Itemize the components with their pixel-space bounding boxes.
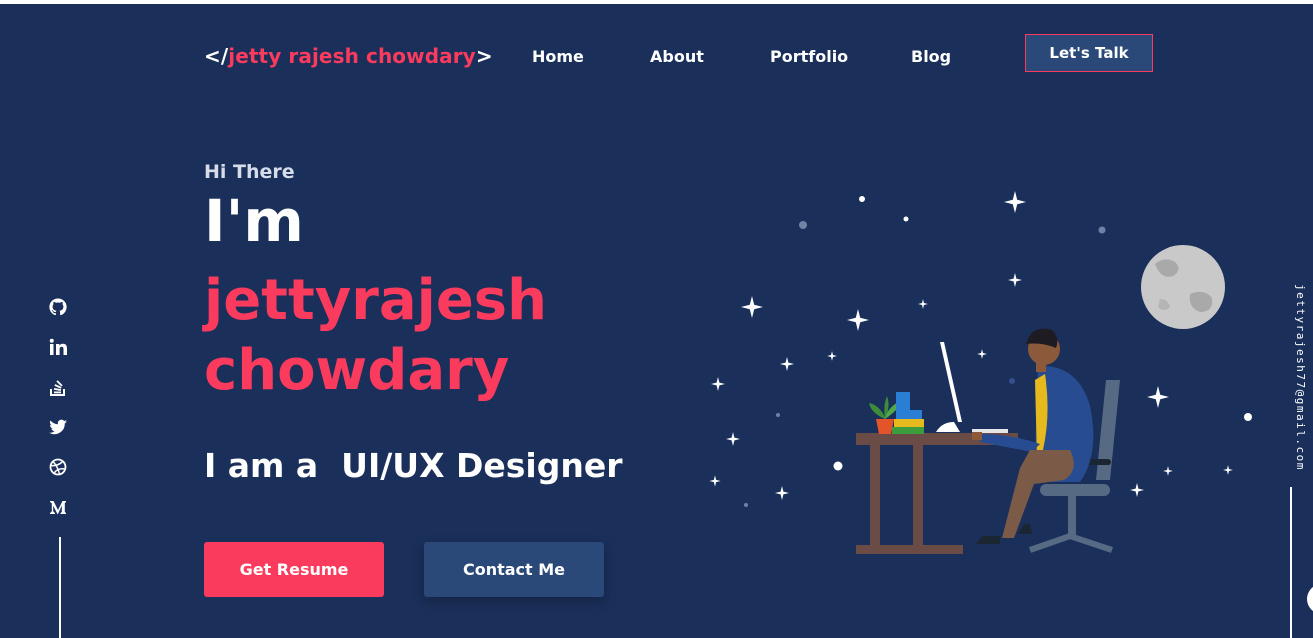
desk (856, 433, 1018, 554)
site-logo[interactable]: </jetty rajesh chowdary> (204, 44, 493, 68)
email-divider-line (1290, 487, 1292, 638)
github-icon[interactable] (48, 297, 68, 317)
greeting-text: Hi There (204, 161, 295, 183)
dribbble-icon[interactable] (48, 457, 68, 477)
linkedin-icon[interactable] (48, 337, 68, 357)
monitor (936, 342, 1008, 433)
moon-decoration (1141, 245, 1225, 329)
scroll-circle-button[interactable] (1307, 584, 1313, 614)
page: </jetty rajesh chowdary> Home About Port… (0, 4, 1313, 638)
stars-decoration (709, 191, 1252, 507)
nav-link-home[interactable]: Home (532, 47, 584, 66)
logo-name: jetty rajesh chowdary (228, 44, 476, 68)
nav-link-portfolio[interactable]: Portfolio (770, 47, 848, 66)
logo-close-tag: > (475, 44, 493, 68)
lets-talk-button[interactable]: Let's Talk (1025, 34, 1153, 72)
logo-open-tag: </ (204, 44, 229, 68)
medium-icon[interactable] (48, 497, 68, 517)
hero-name: jettyrajesh chowdary (204, 266, 644, 406)
hero-name-line1: jettyrajesh (204, 268, 547, 333)
twitter-icon[interactable] (48, 417, 68, 437)
hero-name-line2: chowdary (204, 338, 510, 403)
nav-link-about[interactable]: About (650, 47, 704, 66)
social-divider-line (59, 537, 61, 638)
hero-role: I am a UI/UX Designer (204, 446, 623, 485)
developer-illustration (709, 191, 1252, 554)
nav-link-blog[interactable]: Blog (911, 47, 951, 66)
get-resume-button[interactable]: Get Resume (204, 542, 384, 597)
stackoverflow-icon[interactable] (48, 377, 68, 397)
books (892, 392, 924, 434)
contact-me-button[interactable]: Contact Me (424, 542, 604, 597)
hero-im: I'm (204, 187, 304, 255)
email-link[interactable]: jettyrajesh77@gmail.com (1294, 284, 1307, 471)
